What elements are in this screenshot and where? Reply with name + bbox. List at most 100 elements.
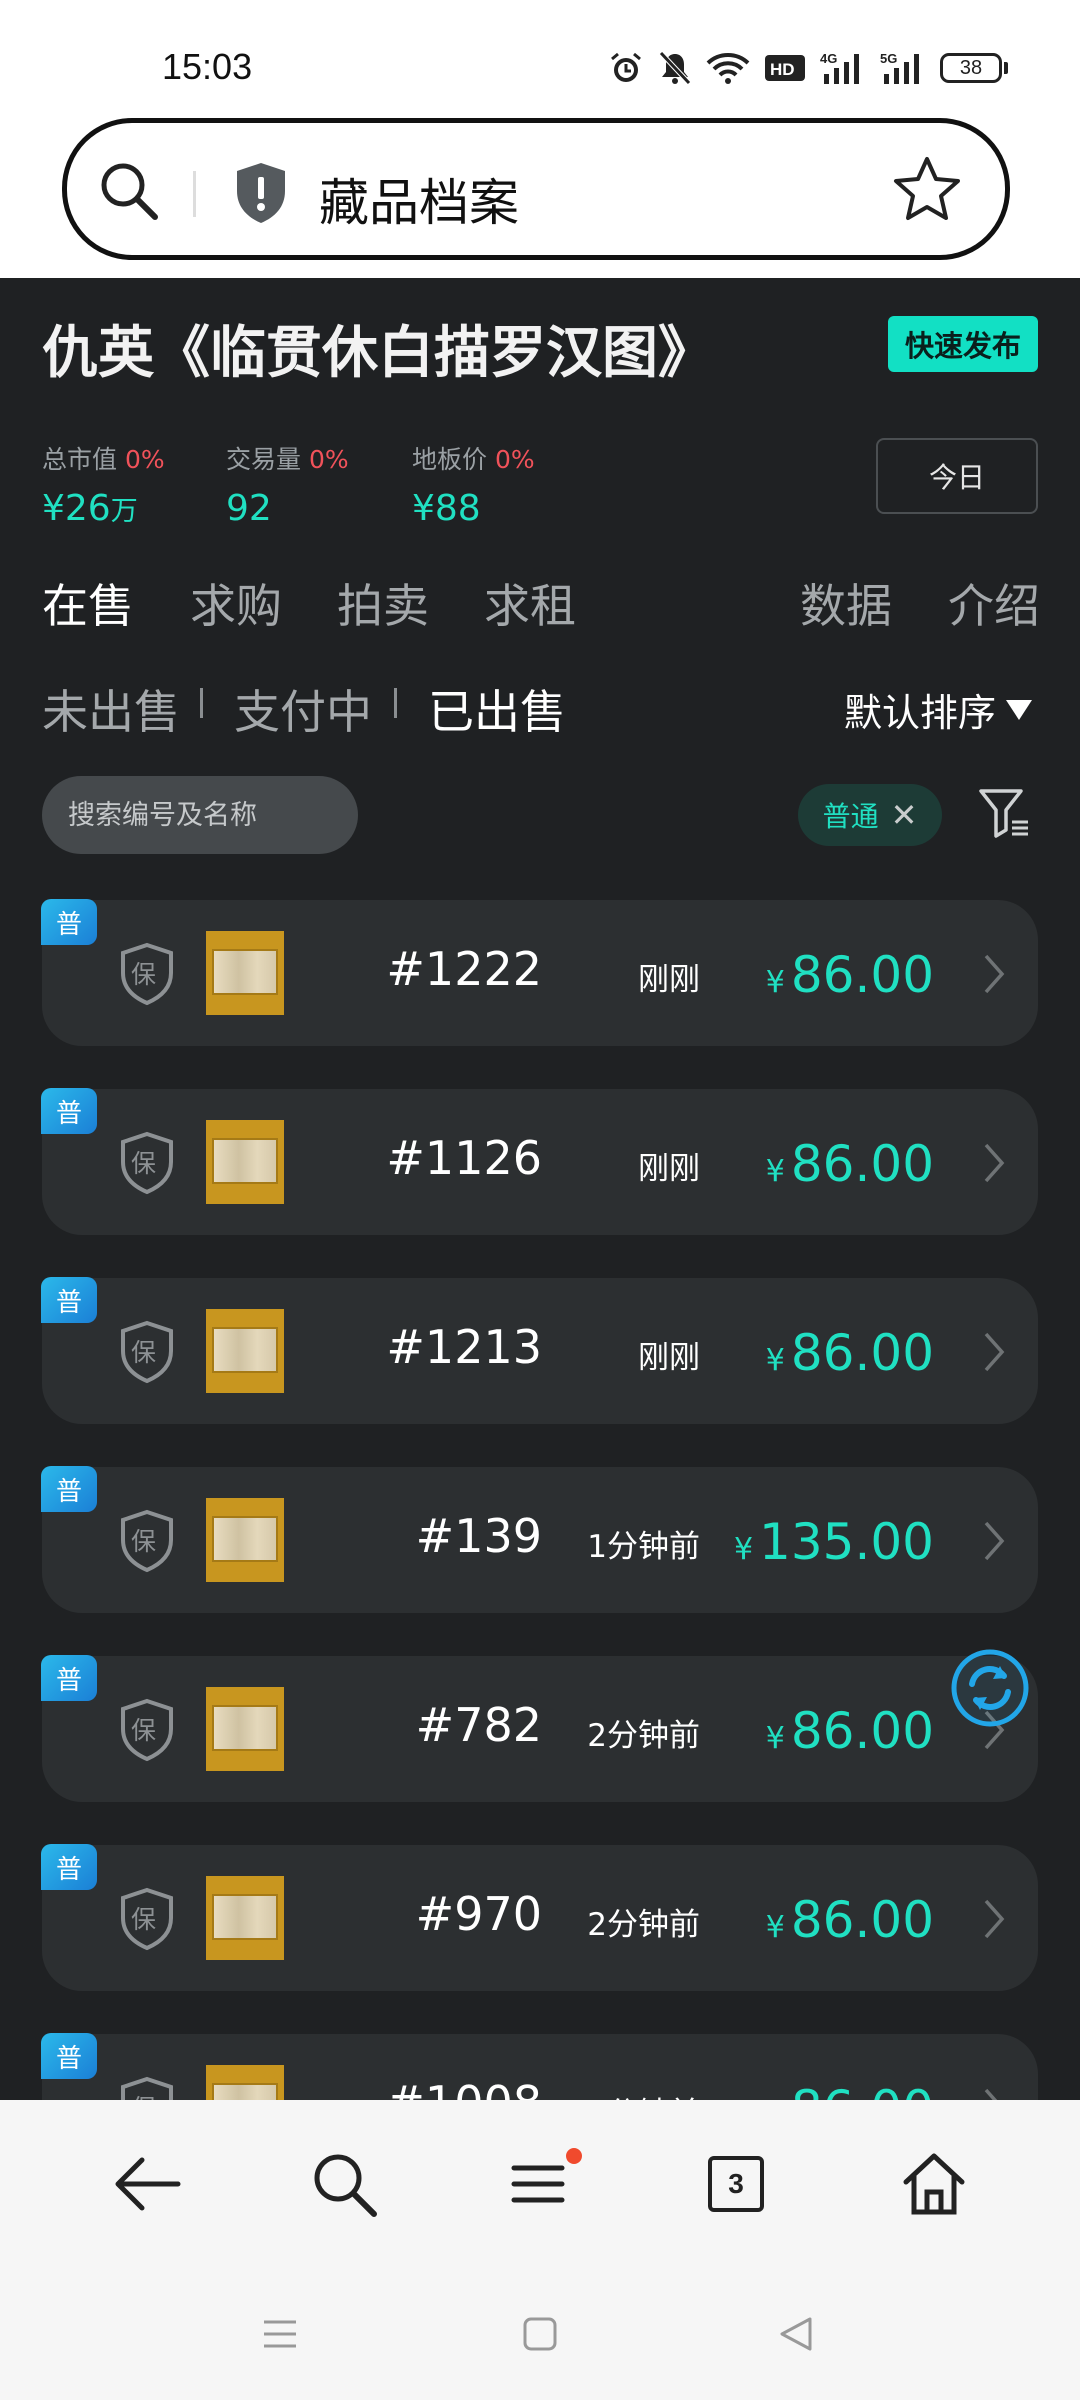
currency-symbol: ¥ — [765, 1154, 785, 1189]
listing-price: ¥86.00 — [766, 946, 934, 1004]
status-bar: 15:03 HD 4G 5G 38 — [0, 0, 1080, 110]
bookmark-star-icon[interactable] — [893, 155, 961, 227]
protected-shield-icon: 保 — [116, 1887, 178, 1955]
chevron-right-icon[interactable] — [982, 1330, 1006, 1378]
tab-on-sale[interactable]: 在售 — [42, 570, 134, 636]
signal-icon: 4G — [820, 50, 866, 86]
listing-row[interactable]: 普 保 #139 1分钟前 ¥135.00 — [41, 1466, 1038, 1613]
svg-text:保: 保 — [131, 1716, 156, 1745]
rarity-badge: 普 — [41, 1277, 97, 1323]
network-type-label: 4G — [820, 51, 837, 66]
stat-unit: 万 — [110, 496, 138, 527]
status-icons: HD 4G 5G 38 — [608, 46, 1008, 90]
listing-row[interactable]: 普 保 #970 2分钟前 ¥86.00 — [41, 1844, 1038, 1991]
caret-down-icon — [1006, 699, 1033, 720]
notification-dot — [566, 2148, 582, 2164]
sort-dropdown[interactable]: 默认排序 — [844, 682, 1033, 737]
subtab-paying[interactable]: 支付中 — [234, 676, 372, 742]
rarity-badge: 普 — [41, 2033, 97, 2079]
artwork-thumbnail — [206, 1120, 284, 1204]
back-triangle-icon[interactable] — [776, 2314, 816, 2358]
period-today-button[interactable]: 今日 — [876, 438, 1038, 514]
close-icon[interactable]: ✕ — [891, 796, 918, 834]
currency-symbol: ¥ — [765, 1721, 785, 1756]
search-icon[interactable] — [97, 159, 161, 227]
artwork-thumbnail — [206, 1876, 284, 1960]
stat-value: ¥26 — [42, 488, 111, 529]
recent-apps-icon[interactable] — [260, 2314, 300, 2358]
wifi-icon — [706, 51, 750, 85]
tabs-count-button[interactable]: 3 — [708, 2156, 764, 2212]
price-amount: 86.00 — [790, 946, 934, 1004]
price-amount: 86.00 — [790, 1702, 934, 1760]
listing-row[interactable]: 普 保 #1222 刚刚 ¥86.00 — [41, 899, 1038, 1046]
price-amount: 135.00 — [759, 1513, 934, 1571]
refresh-fab-icon[interactable] — [950, 1648, 1030, 1732]
rarity-badge: 普 — [41, 1844, 97, 1890]
address-bar[interactable]: 藏品档案 — [62, 118, 1010, 260]
chevron-right-icon[interactable] — [982, 1897, 1006, 1945]
price-amount: 86.00 — [790, 1891, 934, 1949]
rarity-badge: 普 — [41, 899, 97, 945]
listing-id: #1126 — [386, 1131, 542, 1185]
home-icon[interactable] — [898, 2148, 970, 2224]
stat-change: 0% — [125, 445, 165, 474]
menu-icon[interactable] — [502, 2148, 582, 2224]
listing-time: 刚刚 — [638, 1340, 700, 1376]
artwork-thumbnail — [206, 1309, 284, 1393]
protected-shield-icon: 保 — [116, 1320, 178, 1388]
currency-symbol: ¥ — [765, 1910, 785, 1945]
sort-label: 默认排序 — [844, 691, 997, 735]
filter-tag-chip[interactable]: 普通 ✕ — [798, 784, 942, 846]
listing-time: 1分钟前 — [587, 1529, 700, 1565]
price-amount: 86.00 — [790, 1324, 934, 1382]
currency-symbol: ¥ — [765, 965, 785, 1000]
artwork-thumbnail — [206, 1498, 284, 1582]
listing-id: #1213 — [386, 1320, 542, 1374]
listing-price: ¥86.00 — [766, 1891, 934, 1949]
rarity-badge: 普 — [41, 1466, 97, 1512]
address-title[interactable]: 藏品档案 — [319, 163, 519, 235]
listing-price: ¥86.00 — [766, 1702, 934, 1760]
chevron-right-icon[interactable] — [982, 952, 1006, 1000]
tab-rent[interactable]: 求租 — [484, 570, 576, 636]
search-input[interactable] — [42, 776, 358, 854]
listing-row[interactable]: 普 保 #1213 刚刚 ¥86.00 — [41, 1277, 1038, 1424]
tab-intro[interactable]: 介绍 — [948, 570, 1040, 636]
site-security-icon[interactable] — [233, 161, 289, 229]
address-divider — [193, 171, 196, 217]
filter-icon[interactable] — [978, 786, 1032, 844]
listing-id: #139 — [415, 1509, 542, 1563]
svg-text:保: 保 — [131, 1905, 156, 1934]
battery-level: 38 — [940, 53, 1002, 83]
quick-publish-button[interactable]: 快速发布 — [888, 316, 1038, 372]
tab-want-buy[interactable]: 求购 — [190, 570, 282, 636]
home-square-icon[interactable] — [520, 2314, 560, 2358]
subtab-sold[interactable]: 已出售 — [428, 676, 566, 742]
status-time: 15:03 — [162, 46, 253, 87]
chevron-right-icon[interactable] — [982, 1141, 1006, 1189]
listing-time: 刚刚 — [638, 1151, 700, 1187]
currency-symbol: ¥ — [733, 1532, 754, 1567]
listing-price: ¥86.00 — [766, 1135, 934, 1193]
protected-shield-icon: 保 — [116, 1698, 178, 1766]
stat-value: 92 — [226, 488, 272, 529]
page-title: 仇英《临贯休白描罗汉图》 — [42, 321, 714, 386]
network-type-label: 5G — [880, 51, 897, 66]
listing-row[interactable]: 普 保 #782 2分钟前 ¥86.00 — [41, 1655, 1038, 1802]
stat-market-cap: 总市值 0% ¥26万 — [42, 440, 165, 529]
rarity-badge: 普 — [41, 1088, 97, 1134]
alarm-icon — [608, 50, 644, 86]
tab-auction[interactable]: 拍卖 — [337, 570, 429, 636]
tab-data[interactable]: 数据 — [800, 570, 892, 636]
hd-icon: HD — [764, 53, 806, 83]
subtab-unsold[interactable]: 未出售 — [42, 676, 180, 742]
artwork-thumbnail — [206, 1687, 284, 1771]
back-arrow-icon[interactable] — [112, 2148, 184, 2224]
chevron-right-icon[interactable] — [982, 1519, 1006, 1567]
browser-toolbar: 藏品档案 — [0, 110, 1080, 278]
svg-text:保: 保 — [131, 1338, 156, 1367]
price-amount: 86.00 — [790, 1135, 934, 1193]
search-icon[interactable] — [308, 2148, 380, 2224]
listing-row[interactable]: 普 保 #1126 刚刚 ¥86.00 — [41, 1088, 1038, 1235]
